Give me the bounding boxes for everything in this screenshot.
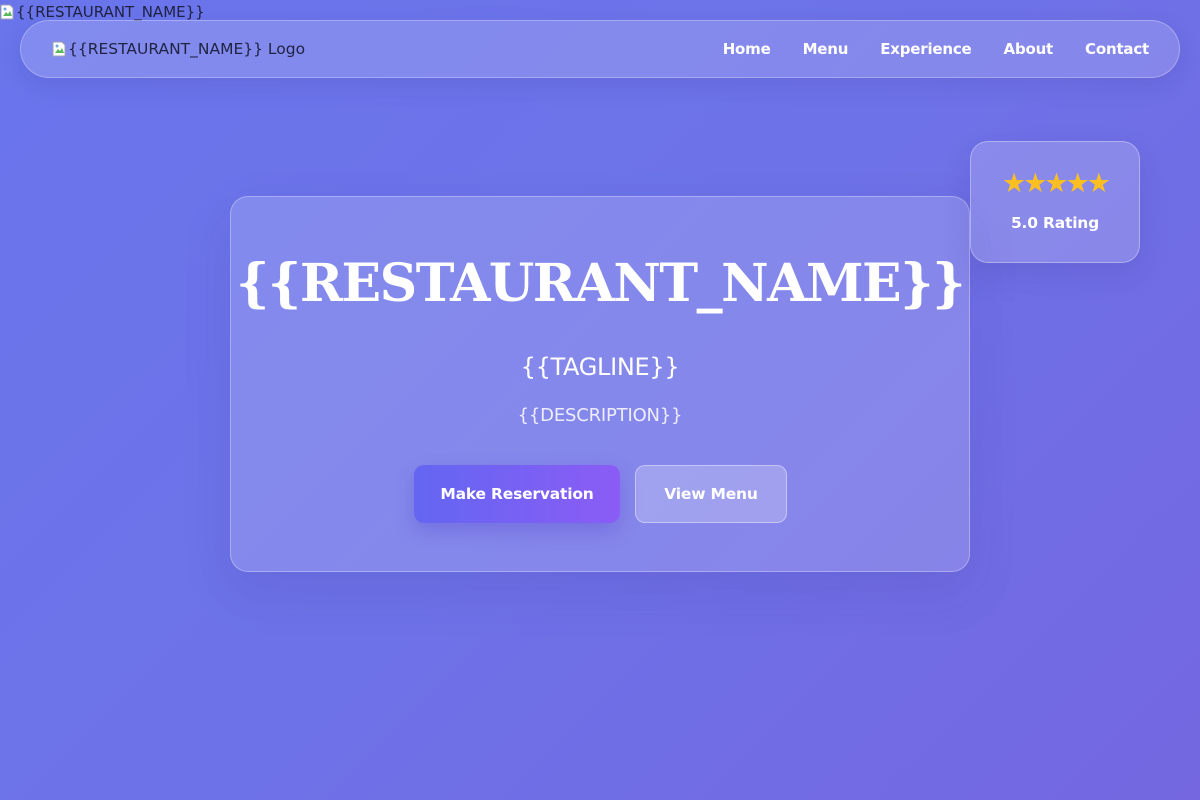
make-reservation-button[interactable]: Make Reservation (414, 465, 620, 523)
restaurant-image-alt-text: {{RESTAURANT_NAME}} (16, 3, 205, 21)
star-rating-icons: ★★★★★ (1001, 168, 1111, 199)
logo-link[interactable]: {{RESTAURANT_NAME}} Logo (52, 40, 305, 58)
broken-image-icon (0, 4, 14, 20)
nav-link-about[interactable]: About (1004, 40, 1054, 58)
hero-description: {{DESCRIPTION}} (517, 405, 683, 426)
view-menu-button[interactable]: View Menu (635, 465, 787, 523)
nav-link-menu[interactable]: Menu (803, 40, 849, 58)
nav-link-home[interactable]: Home (723, 40, 771, 58)
rating-label: 5.0 Rating (1010, 214, 1100, 232)
hero-tagline: {{TAGLINE}} (520, 353, 680, 381)
hero-card: {{RESTAURANT_NAME}} {{TAGLINE}} {{DESCRI… (230, 196, 970, 572)
rating-badge: ★★★★★ 5.0 Rating (970, 141, 1140, 263)
broken-image-icon (52, 41, 66, 57)
restaurant-name-title: {{RESTAURANT_NAME}} (235, 253, 966, 314)
nav-links: Home Menu Experience About Contact (691, 40, 1150, 58)
logo-alt-text: {{RESTAURANT_NAME}} Logo (68, 40, 306, 58)
restaurant-hero-image: {{RESTAURANT_NAME}} (0, 2, 205, 22)
nav-link-experience[interactable]: Experience (880, 40, 971, 58)
nav-link-contact[interactable]: Contact (1085, 40, 1149, 58)
navigation-bar: {{RESTAURANT_NAME}} Logo Home Menu Exper… (20, 20, 1180, 78)
